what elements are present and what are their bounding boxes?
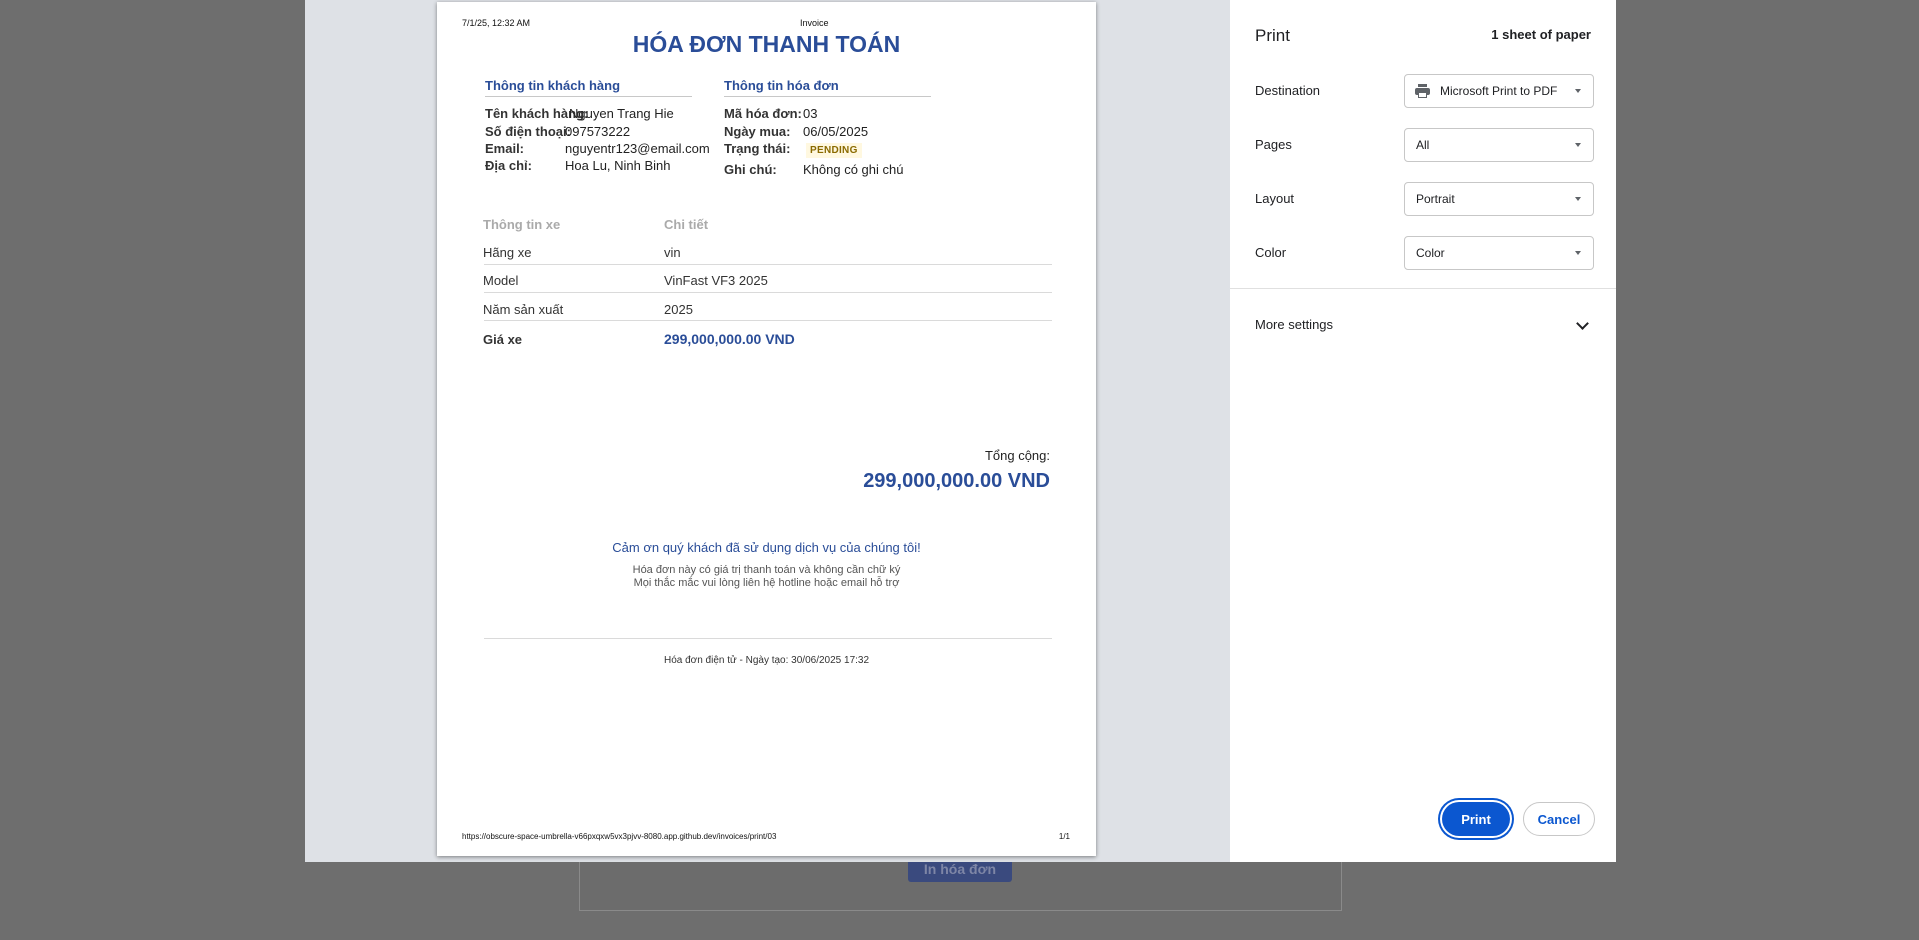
- pages-value: All: [1416, 138, 1430, 152]
- support-note: Mọi thắc mắc vui lòng liên hệ hotline ho…: [633, 577, 900, 589]
- print-preview-area: 7/1/25, 12:32 AM Invoice HÓA ĐƠN THANH T…: [305, 0, 1230, 862]
- footer-divider: [484, 638, 1052, 639]
- layout-select[interactable]: Portrait: [1404, 182, 1594, 216]
- customer-phone-value: 097573222: [565, 124, 631, 139]
- chevron-down-icon: [1575, 143, 1581, 147]
- table-row-label: Hãng xe: [483, 245, 532, 260]
- table-row-value: vin: [664, 245, 681, 260]
- price-value: 299,000,000.00 VND: [664, 331, 795, 347]
- settings-divider: [1230, 288, 1616, 289]
- sheet-count: 1 sheet of paper: [1491, 27, 1591, 42]
- purchase-date-label: Ngày mua:: [724, 124, 791, 139]
- cancel-button[interactable]: Cancel: [1523, 802, 1595, 836]
- status-label: Trạng thái:: [724, 141, 791, 156]
- print-dialog: 7/1/25, 12:32 AM Invoice HÓA ĐƠN THANH T…: [305, 0, 1616, 862]
- color-select[interactable]: Color: [1404, 236, 1594, 270]
- layout-value: Portrait: [1416, 192, 1455, 206]
- customer-address-value: Hoa Lu, Ninh Binh: [565, 158, 671, 173]
- customer-section-title: Thông tin khách hàng: [485, 78, 621, 93]
- total-value: 299,000,000.00 VND: [863, 470, 1050, 492]
- invoice-footer: Hóa đơn điện tử - Ngày tạo: 30/06/2025 1…: [663, 655, 870, 666]
- preview-page: 7/1/25, 12:32 AM Invoice HÓA ĐƠN THANH T…: [437, 2, 1096, 856]
- chevron-down-icon: [1575, 89, 1581, 93]
- destination-select[interactable]: Microsoft Print to PDF: [1404, 74, 1594, 108]
- table-row-value: VinFast VF3 2025: [664, 273, 768, 288]
- table-row-divider: [484, 292, 1052, 293]
- table-row-value: 2025: [664, 302, 693, 317]
- page-footer-url: https://obscure-space-umbrella-v66pxqxw5…: [462, 832, 777, 841]
- destination-value: Microsoft Print to PDF: [1440, 84, 1558, 98]
- table-row-label: Model: [483, 273, 519, 288]
- thank-you-message: Cảm ơn quý khách đã sử dụng dịch vụ của …: [612, 540, 921, 555]
- chevron-down-icon: [1575, 197, 1581, 201]
- customer-phone-label: Số điện thoại:: [485, 124, 571, 139]
- chevron-down-icon: [1575, 251, 1581, 255]
- customer-address-label: Địa chỉ:: [485, 158, 532, 173]
- destination-label: Destination: [1255, 83, 1321, 98]
- table-header-detail: Chi tiết: [664, 217, 709, 232]
- validity-note: Hóa đơn này có giá trị thanh toán và khô…: [632, 564, 901, 576]
- customer-section-divider: [485, 96, 692, 97]
- printer-icon: [1415, 84, 1430, 98]
- table-row-divider: [484, 264, 1052, 265]
- color-label: Color: [1255, 245, 1287, 260]
- page-number: 1/1: [1058, 832, 1070, 841]
- print-settings-panel: Print 1 sheet of paper Destination Micro…: [1230, 0, 1616, 862]
- page-header-title: Invoice: [800, 18, 829, 28]
- pages-select[interactable]: All: [1404, 128, 1594, 162]
- customer-name-value: Nguyen Trang Hie: [569, 106, 674, 121]
- invoice-id-value: 03: [803, 106, 818, 121]
- customer-email-label: Email:: [485, 141, 525, 156]
- price-label: Giá xe: [483, 332, 523, 347]
- print-button[interactable]: Print: [1442, 802, 1510, 836]
- note-label: Ghi chú:: [724, 162, 777, 177]
- page-header-date: 7/1/25, 12:32 AM: [462, 18, 531, 28]
- invoice-title: HÓA ĐƠN THANH TOÁN: [632, 31, 901, 57]
- customer-email-value: nguyentr123@email.com: [565, 141, 710, 156]
- table-header-info: Thông tin xe: [483, 217, 561, 232]
- pages-label: Pages: [1255, 137, 1292, 152]
- invoice-section-divider: [724, 96, 931, 97]
- invoice-id-label: Mã hóa đơn:: [724, 106, 802, 121]
- note-value: Không có ghi chú: [803, 162, 904, 177]
- color-value: Color: [1416, 246, 1445, 260]
- invoice-section-title: Thông tin hóa đơn: [724, 78, 839, 93]
- layout-label: Layout: [1255, 191, 1295, 206]
- chevron-down-icon[interactable]: [1576, 317, 1589, 330]
- status-badge: PENDING: [806, 143, 862, 158]
- table-row-label: Năm sản xuất: [483, 302, 564, 317]
- table-row-divider: [484, 320, 1052, 321]
- purchase-date-value: 06/05/2025: [803, 124, 869, 139]
- more-settings-toggle[interactable]: More settings: [1255, 317, 1333, 332]
- print-dialog-title: Print: [1255, 26, 1290, 45]
- total-label: Tổng cộng:: [984, 448, 1050, 463]
